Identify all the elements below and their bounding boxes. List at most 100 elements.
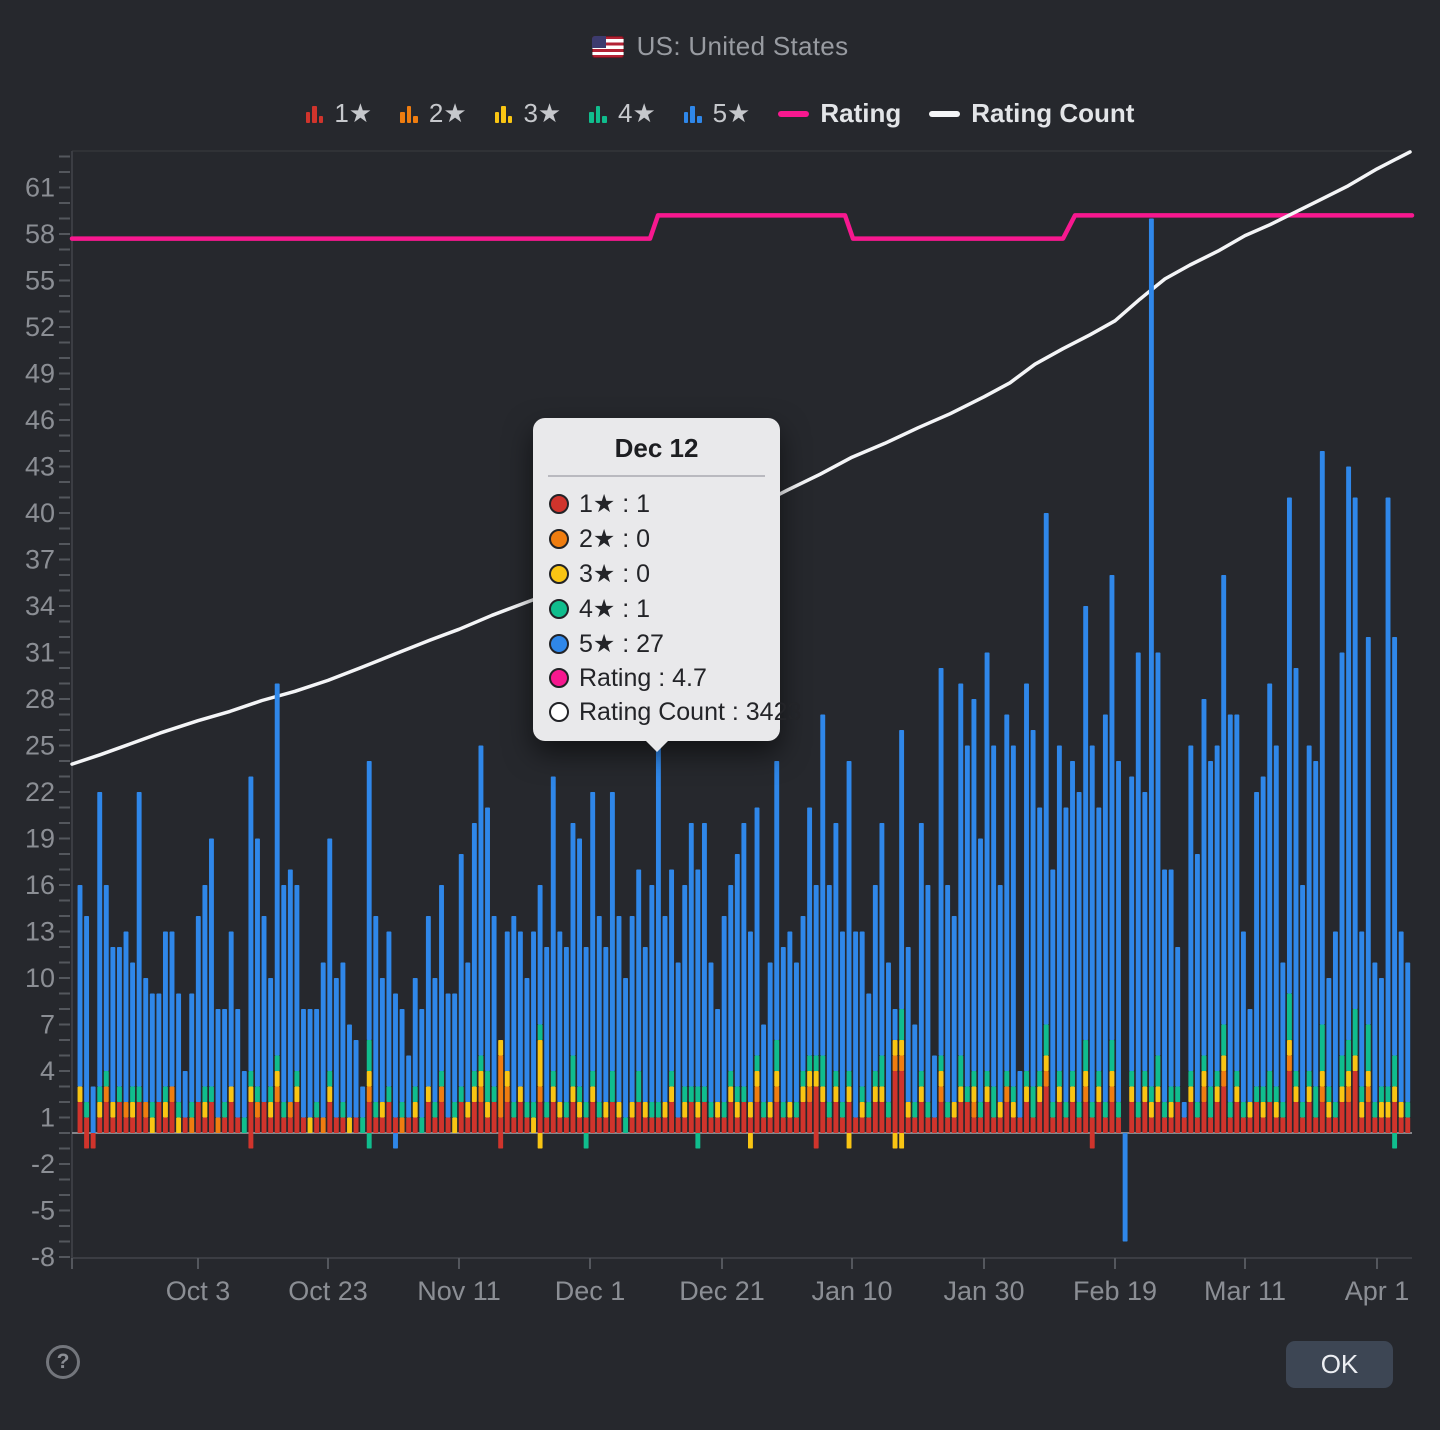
bar-1star [689, 1102, 694, 1133]
bar-5star [1004, 715, 1009, 1072]
bar-4star [1234, 1071, 1239, 1087]
bar-1star [439, 1102, 444, 1133]
bar-1star [551, 1102, 556, 1133]
bar-1star [577, 1118, 582, 1134]
bar-5star [538, 885, 543, 1025]
bar-5star [1050, 870, 1055, 1103]
bar-3star [150, 1118, 155, 1134]
bar-3star [952, 1102, 957, 1118]
bar-5star [873, 885, 878, 1071]
tooltip-row-rating-count: Rating Count : 3423 [533, 695, 780, 729]
bar-1star [912, 1118, 917, 1134]
bar-4star [492, 1087, 497, 1103]
bar-3star [452, 1118, 457, 1134]
bar-5star [229, 932, 234, 1087]
bar-1star [110, 1118, 115, 1134]
bar-1star [1182, 1118, 1187, 1134]
bar-5star [893, 1009, 898, 1040]
bar-4star [879, 1056, 884, 1087]
y-axis-label: 13 [25, 917, 55, 947]
bar-1star [932, 1118, 937, 1134]
bar-3star [1057, 1087, 1062, 1103]
x-axis-label: Mar 11 [1204, 1276, 1286, 1306]
tooltip-row-3star: 3★ : 0 [533, 556, 780, 591]
ok-button[interactable]: OK [1286, 1341, 1393, 1388]
bar-3star [695, 1102, 700, 1118]
bar-5star [518, 932, 523, 1087]
bar-5star [1241, 932, 1246, 1103]
bar-2star [505, 1087, 510, 1103]
bar-5star [1103, 715, 1108, 1103]
help-icon[interactable]: ? [46, 1345, 80, 1379]
bar-5star [294, 885, 299, 1071]
x-axis-label: Oct 3 [166, 1276, 231, 1306]
bar-5star [958, 684, 963, 1056]
bar-4star [1142, 1071, 1147, 1087]
bar-negative-5star [393, 1133, 398, 1149]
bar-5star [439, 885, 444, 1071]
bar-1star [229, 1102, 234, 1133]
bar-5star [985, 653, 990, 1072]
bar-negative-1star [498, 1133, 503, 1149]
bar-1star [1169, 1118, 1174, 1134]
bar-5star [689, 823, 694, 1087]
bar-1star [1024, 1102, 1029, 1133]
bar-1star [1017, 1118, 1022, 1134]
bar-1star [459, 1102, 464, 1133]
bar-4star [1195, 1102, 1200, 1118]
bar-5star [820, 715, 825, 1056]
bar-1star [1353, 1071, 1358, 1133]
bar-4star [1050, 1102, 1055, 1118]
bar-4star [1162, 1102, 1167, 1118]
bar-5star [735, 854, 740, 1087]
bar-4star [814, 1056, 819, 1072]
bar-3star [787, 1102, 792, 1118]
bar-4star [702, 1087, 707, 1103]
bar-3star [571, 1087, 576, 1103]
bar-3star [663, 1102, 668, 1118]
tooltip-row-rating: Rating : 4.7 [533, 661, 780, 695]
bar-4star [439, 1071, 444, 1087]
bar-5star [1300, 885, 1305, 1102]
bar-3star [1096, 1087, 1101, 1103]
bar-4star [1340, 1056, 1345, 1087]
bar-2star [899, 1056, 904, 1072]
bar-5star [479, 746, 484, 1056]
bar-4star [840, 1102, 845, 1118]
bar-5star [327, 839, 332, 1072]
bar-3star [1392, 1087, 1397, 1103]
bar-negative-3star [847, 1133, 852, 1149]
bar-4star [860, 1087, 865, 1103]
bar-1star [156, 1102, 161, 1133]
bar-5star [597, 916, 602, 1102]
bar-4star [1294, 1071, 1299, 1087]
bar-4star [709, 1102, 714, 1118]
bar-1star [1202, 1102, 1207, 1133]
bar-4star [807, 1056, 812, 1072]
y-axis: -8-5-21471013161922252831343740434649525… [25, 157, 70, 1273]
bar-4star [255, 1087, 260, 1103]
bar-1star [597, 1118, 602, 1134]
bar-negative-3star [748, 1133, 753, 1149]
bar-5star [525, 978, 530, 1102]
bar-5star [847, 761, 852, 1071]
bar-4star [248, 1071, 253, 1087]
bar-5star [794, 963, 799, 1103]
bar-5star [268, 978, 273, 1087]
bar-4star [1103, 1102, 1108, 1118]
bar-2star [1044, 1071, 1049, 1087]
bar-1star [649, 1118, 654, 1134]
bar-1star [1366, 1102, 1371, 1133]
bar-5star [1320, 451, 1325, 1025]
bar-1star [1090, 1118, 1095, 1134]
bar-1star [1175, 1102, 1180, 1133]
x-axis-label: Jan 30 [943, 1276, 1024, 1306]
bar-2star [971, 1102, 976, 1118]
bar-1star [268, 1118, 273, 1134]
bar-1star [1359, 1118, 1364, 1134]
bar-1star [1083, 1102, 1088, 1133]
bar-4star [419, 1118, 424, 1134]
bar-5star [124, 932, 129, 1103]
bar-5star [781, 947, 786, 1102]
bar-4star [610, 1071, 615, 1102]
